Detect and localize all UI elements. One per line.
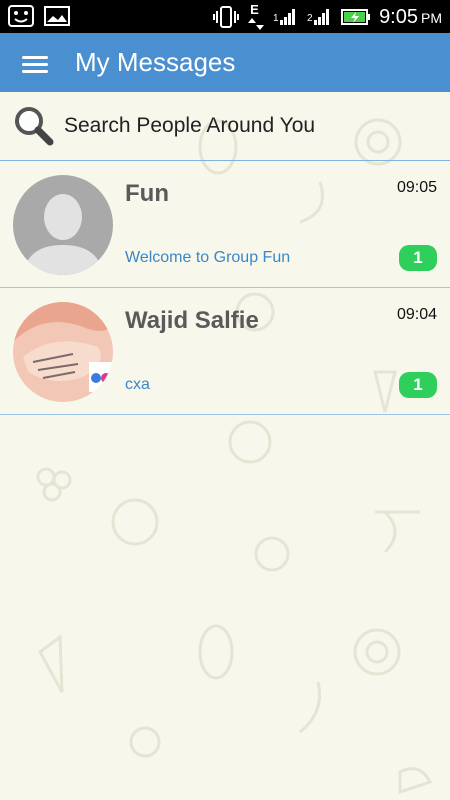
conversation-preview: Welcome to Group Fun: [125, 249, 291, 266]
network-type: E: [250, 2, 259, 17]
avatar[interactable]: [13, 302, 113, 402]
search-bar[interactable]: [0, 92, 450, 161]
conversation-time: 09:04: [396, 306, 437, 323]
default-person-avatar-icon: [13, 175, 113, 275]
hamburger-menu-icon[interactable]: [18, 49, 52, 79]
status-left-icons: [8, 5, 70, 27]
svg-text:2: 2: [307, 13, 313, 24]
conversation-name: Wajid Salfie: [125, 307, 259, 334]
unread-badge: 1: [399, 372, 437, 398]
status-time-ampm: PM: [421, 9, 442, 26]
conversation-item[interactable]: Fun 09:05 Welcome to Group Fun 1: [0, 161, 450, 288]
unread-badge: 1: [399, 245, 437, 271]
vibrate-icon: [213, 6, 240, 28]
signal-icon-2: 2: [307, 9, 330, 25]
page-title: My Messages: [75, 47, 236, 77]
face-icon: [8, 5, 34, 27]
status-time: 9:05 PM: [379, 6, 442, 29]
battery-charging-icon: [341, 9, 371, 25]
search-input[interactable]: [64, 112, 434, 140]
status-time-value: 9:05: [379, 5, 418, 28]
signal-icon: 1: [273, 9, 296, 25]
search-icon[interactable]: [12, 104, 56, 148]
image-icon: [44, 6, 70, 26]
conversation-preview: cxa: [125, 376, 150, 393]
network-arrows-icon: E: [247, 2, 265, 30]
conversation-name: Fun: [125, 180, 169, 207]
svg-text:1: 1: [273, 13, 279, 24]
photo-avatar-icon: [13, 302, 113, 402]
conversation-item[interactable]: Wajid Salfie 09:04 cxa 1: [0, 288, 450, 415]
conversation-time: 09:05: [396, 179, 437, 196]
app-bar: My Messages: [0, 33, 450, 92]
avatar[interactable]: [13, 175, 113, 275]
status-right-icons: E 1 2 9:05 PM: [213, 2, 442, 30]
status-bar: E 1 2 9:05 PM: [0, 0, 450, 33]
